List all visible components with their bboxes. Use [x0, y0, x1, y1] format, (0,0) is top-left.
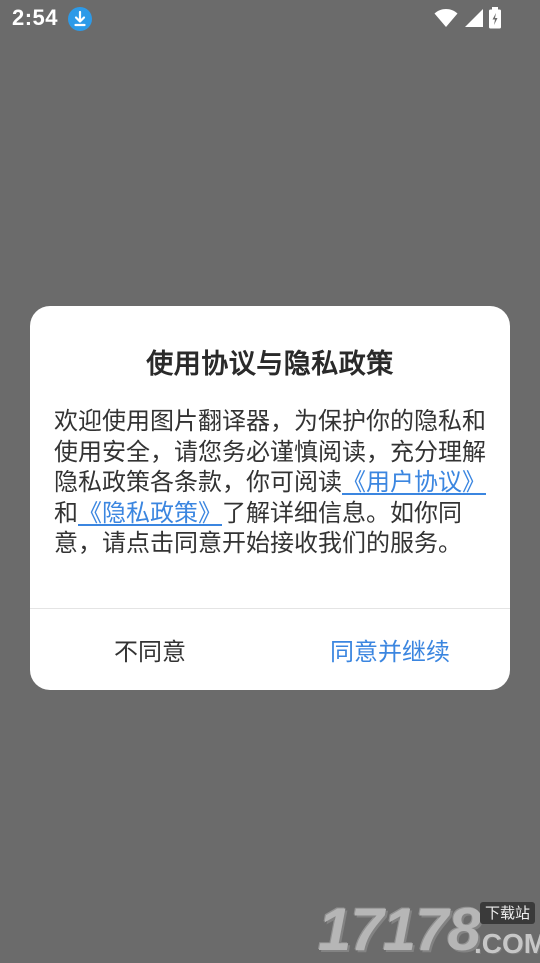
privacy-policy-link[interactable]: 《隐私政策》 [78, 499, 222, 527]
download-icon [68, 7, 92, 31]
dialog-title: 使用协议与隐私政策 [146, 349, 394, 380]
status-icons [434, 6, 502, 30]
watermark-digits: 17178 [318, 896, 481, 963]
wifi-icon [434, 7, 458, 29]
battery-charging-icon [488, 6, 502, 30]
privacy-dialog: 使用协议与隐私政策 欢迎使用图片翻译器，为保护你的隐私和使用安全，请您务必谨慎阅… [30, 306, 510, 690]
body-text-2: 和 [54, 498, 78, 527]
watermark-domain: .COM [474, 928, 540, 959]
agree-continue-button[interactable]: 同意并继续 [270, 609, 510, 690]
watermark-badge: 下载站 [480, 902, 536, 924]
status-time: 2:54 [12, 5, 59, 30]
watermark-logo: 17178 下载站 .COM [318, 900, 540, 960]
signal-icon [462, 7, 484, 29]
user-agreement-link[interactable]: 《用户协议》 [342, 468, 486, 496]
disagree-button[interactable]: 不同意 [30, 609, 270, 690]
status-bar: 2:54 [0, 0, 540, 38]
dialog-body: 欢迎使用图片翻译器，为保护你的隐私和使用安全，请您务必谨慎阅读，充分理解隐私政策… [54, 406, 486, 559]
